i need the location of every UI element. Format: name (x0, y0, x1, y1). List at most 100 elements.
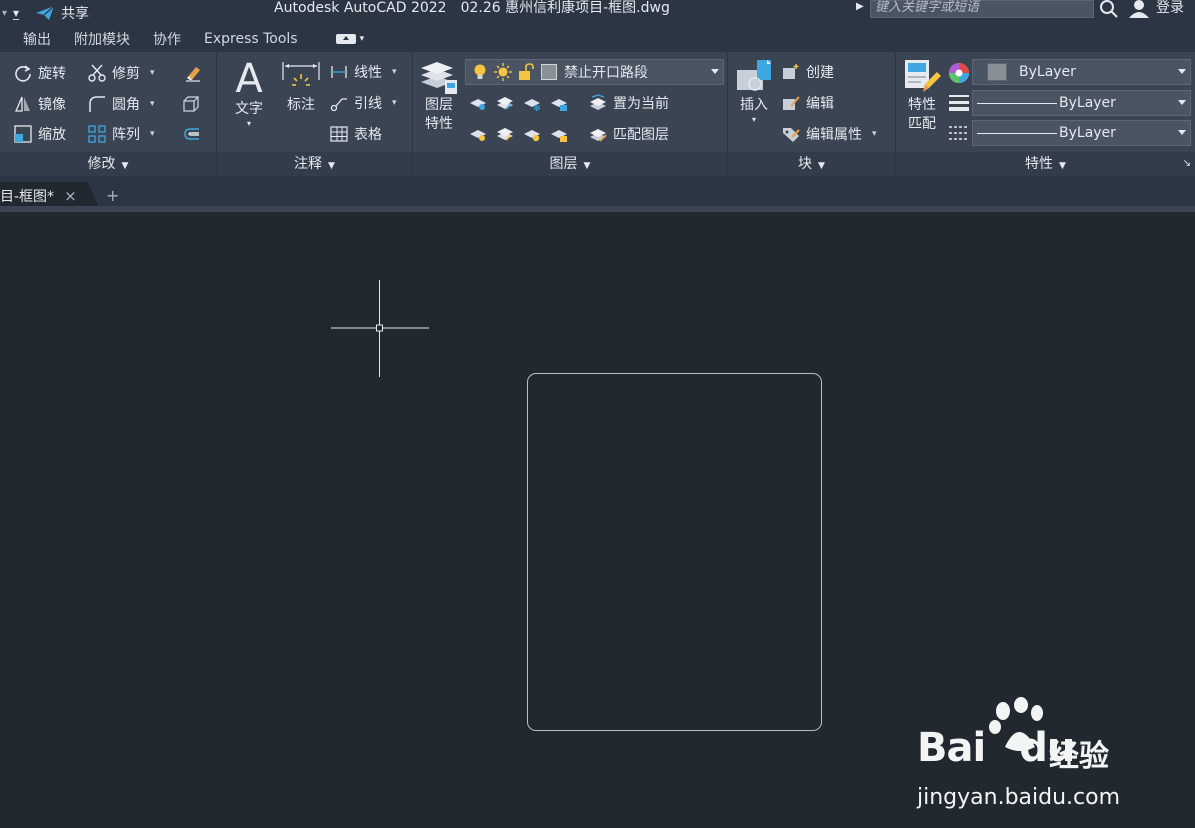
rounded-rectangle-drawing[interactable] (527, 373, 822, 731)
mirror-button[interactable]: 镜像 (14, 92, 66, 116)
fillet-button[interactable]: 圆角 ▾ (88, 92, 155, 116)
share-button[interactable]: 共享 (35, 3, 89, 23)
match-properties-line1: 特性 (908, 97, 936, 113)
drawing-canvas[interactable]: Bai du 经验 jingyan.baidu.com (0, 212, 1195, 828)
panel-title-annotation[interactable]: 注释 ▼ (217, 152, 412, 176)
tag-edit-icon (783, 128, 800, 142)
table-button[interactable]: 表格 (330, 122, 382, 146)
cube-icon (183, 96, 199, 112)
trim-button[interactable]: 修剪 ▾ (88, 61, 155, 85)
layer-unisolate-icon[interactable] (496, 125, 514, 143)
unlock-icon (519, 63, 534, 80)
linetype-dropdown[interactable]: ByLayer (972, 120, 1191, 146)
color-value: ByLayer (1019, 64, 1076, 80)
edit-block-icon (783, 96, 800, 110)
document-tab-label: 目-框图* (0, 189, 55, 205)
chevron-down-icon[interactable]: ▾ (150, 68, 155, 78)
layer-properties-button[interactable]: 图层 特性 (417, 58, 461, 134)
dimension-icon (282, 62, 320, 86)
layer-thaw-icon[interactable] (523, 125, 541, 143)
panel-title-modify[interactable]: 修改 ▼ (0, 152, 216, 176)
tab-express-tools[interactable]: Express Tools (204, 31, 298, 47)
erase-button[interactable] (184, 61, 202, 85)
panel-properties: 特性 匹配 ByLayer ByLayer ByLayer 特性 ▼ ↘ (896, 52, 1195, 176)
panel-title-block[interactable]: 块 ▼ (728, 152, 895, 176)
match-properties-button[interactable]: 特性 匹配 (900, 58, 944, 134)
panel-block: 插入 ▾ 创建 编辑 编辑属性 ▾ 块 ▼ (728, 52, 896, 176)
qat-customize-icon[interactable]: ▾̲ (13, 6, 19, 20)
set-current-label: 置为当前 (613, 96, 669, 112)
text-button[interactable]: A 文字 ▾ (231, 58, 267, 129)
linetype-icon (949, 126, 969, 140)
search-input[interactable]: 键入关键字或短语 (870, 0, 1094, 18)
layer-tools-row-2 (469, 122, 568, 146)
new-tab-icon[interactable]: + (106, 186, 119, 205)
chevron-down-icon[interactable]: ▾ (392, 67, 397, 77)
eraser-icon (186, 67, 200, 82)
panel-title-modify-label: 修改 (87, 156, 116, 172)
match-layer-label: 匹配图层 (613, 127, 669, 143)
match-layer-button[interactable]: 匹配图层 (589, 122, 669, 146)
insert-button[interactable]: 插入 ▾ (732, 58, 776, 125)
search-icon[interactable] (1099, 0, 1119, 18)
leader-icon (330, 98, 347, 112)
layer-on-icon[interactable] (469, 125, 487, 143)
ribbon-minimize-button[interactable]: ▾ (335, 34, 364, 44)
leader-button[interactable]: 引线 ▾ (330, 91, 397, 115)
layer-unlock-icon[interactable] (550, 125, 568, 143)
layer-isolate-icon[interactable] (496, 94, 514, 112)
scale-button[interactable]: 缩放 (14, 122, 66, 146)
linear-dim-button[interactable]: 线性 ▾ (330, 60, 397, 84)
linetype-line (977, 132, 1057, 134)
document-name: 02.26 惠州信利康项目-框图.dwg (460, 0, 670, 16)
chevron-down-icon: ▾ (246, 119, 251, 128)
lineweight-icon (949, 95, 969, 111)
panel-title-block-label: 块 (798, 156, 813, 172)
panel-title-properties[interactable]: 特性 ▼ ↘ (896, 152, 1195, 176)
create-block-button[interactable]: 创建 (782, 60, 834, 84)
login-button[interactable]: 登录 (1156, 0, 1184, 16)
dimension-button[interactable]: 标注 (279, 58, 323, 115)
layer-freeze-icon[interactable]: ✻ (523, 94, 541, 112)
chevron-down-icon[interactable]: ▾ (872, 129, 877, 139)
panel-layers: 图层 特性 禁止开口路段 ✻ 置为当前 匹配图层 图层 ▼ (413, 52, 728, 176)
array-button[interactable]: 阵列 ▾ (88, 122, 155, 146)
panel-title-layers[interactable]: 图层 ▼ (413, 152, 727, 176)
chevron-down-icon (1178, 100, 1186, 105)
rotate-button[interactable]: 旋转 (14, 61, 66, 85)
autocad-window: ▾ ▾̲ 共享 Autodesk AutoCAD 2022 02.26 惠州信利康… (0, 0, 1195, 828)
layer-lock-icon[interactable] (550, 94, 568, 112)
share-label: 共享 (61, 6, 90, 22)
lineweight-dropdown[interactable]: ByLayer (972, 90, 1191, 116)
trim-label: 修剪 (112, 66, 140, 82)
color-dropdown[interactable]: ByLayer (972, 59, 1191, 85)
close-icon[interactable]: × (64, 187, 77, 205)
ribbon: 旋转 修剪 ▾ 镜像 圆角 ▾ 缩放 阵列 ▾ 修改 ▼ A 文字 ▾ 标注 线… (0, 52, 1195, 176)
linear-label: 线性 (354, 65, 382, 81)
tab-addins[interactable]: 附加模块 (74, 29, 130, 49)
layer-dropdown[interactable]: 禁止开口路段 (465, 59, 724, 85)
ribbon-tabs: 输出 附加模块 协作 Express Tools ▾ (0, 26, 1195, 52)
layer-set-current-icon (590, 94, 606, 110)
scissors-icon (88, 64, 106, 82)
title-arrow-icon[interactable]: ▶ (856, 1, 864, 12)
baidu-jingyan-watermark: Bai du 经验 jingyan.baidu.com (917, 697, 1132, 810)
chevron-down-icon[interactable]: ▾ (150, 99, 155, 109)
user-icon[interactable] (1129, 0, 1149, 18)
3d-box-button[interactable] (182, 92, 200, 116)
layer-off-icon[interactable] (469, 94, 487, 112)
tab-output[interactable]: 输出 (23, 29, 51, 49)
chevron-down-icon[interactable]: ▾ (150, 129, 155, 139)
panel-expand-icon[interactable]: ↘ (1183, 152, 1191, 176)
edit-block-button[interactable]: 编辑 (782, 91, 834, 115)
layer-stack-icon (421, 62, 457, 94)
quick-access-toolbar: ▾ ▾̲ 共享 (0, 0, 89, 26)
edit-attributes-button[interactable]: 编辑属性 ▾ (782, 122, 877, 146)
chevron-down-icon[interactable]: ▾ (392, 98, 397, 108)
tab-collaborate[interactable]: 协作 (153, 29, 181, 49)
set-current-button[interactable]: 置为当前 (589, 91, 669, 115)
offset-button[interactable] (182, 122, 200, 146)
qat-dropdown-icon[interactable]: ▾ (2, 8, 7, 19)
chevron-down-icon: ▼ (121, 161, 129, 171)
table-icon (330, 126, 348, 142)
